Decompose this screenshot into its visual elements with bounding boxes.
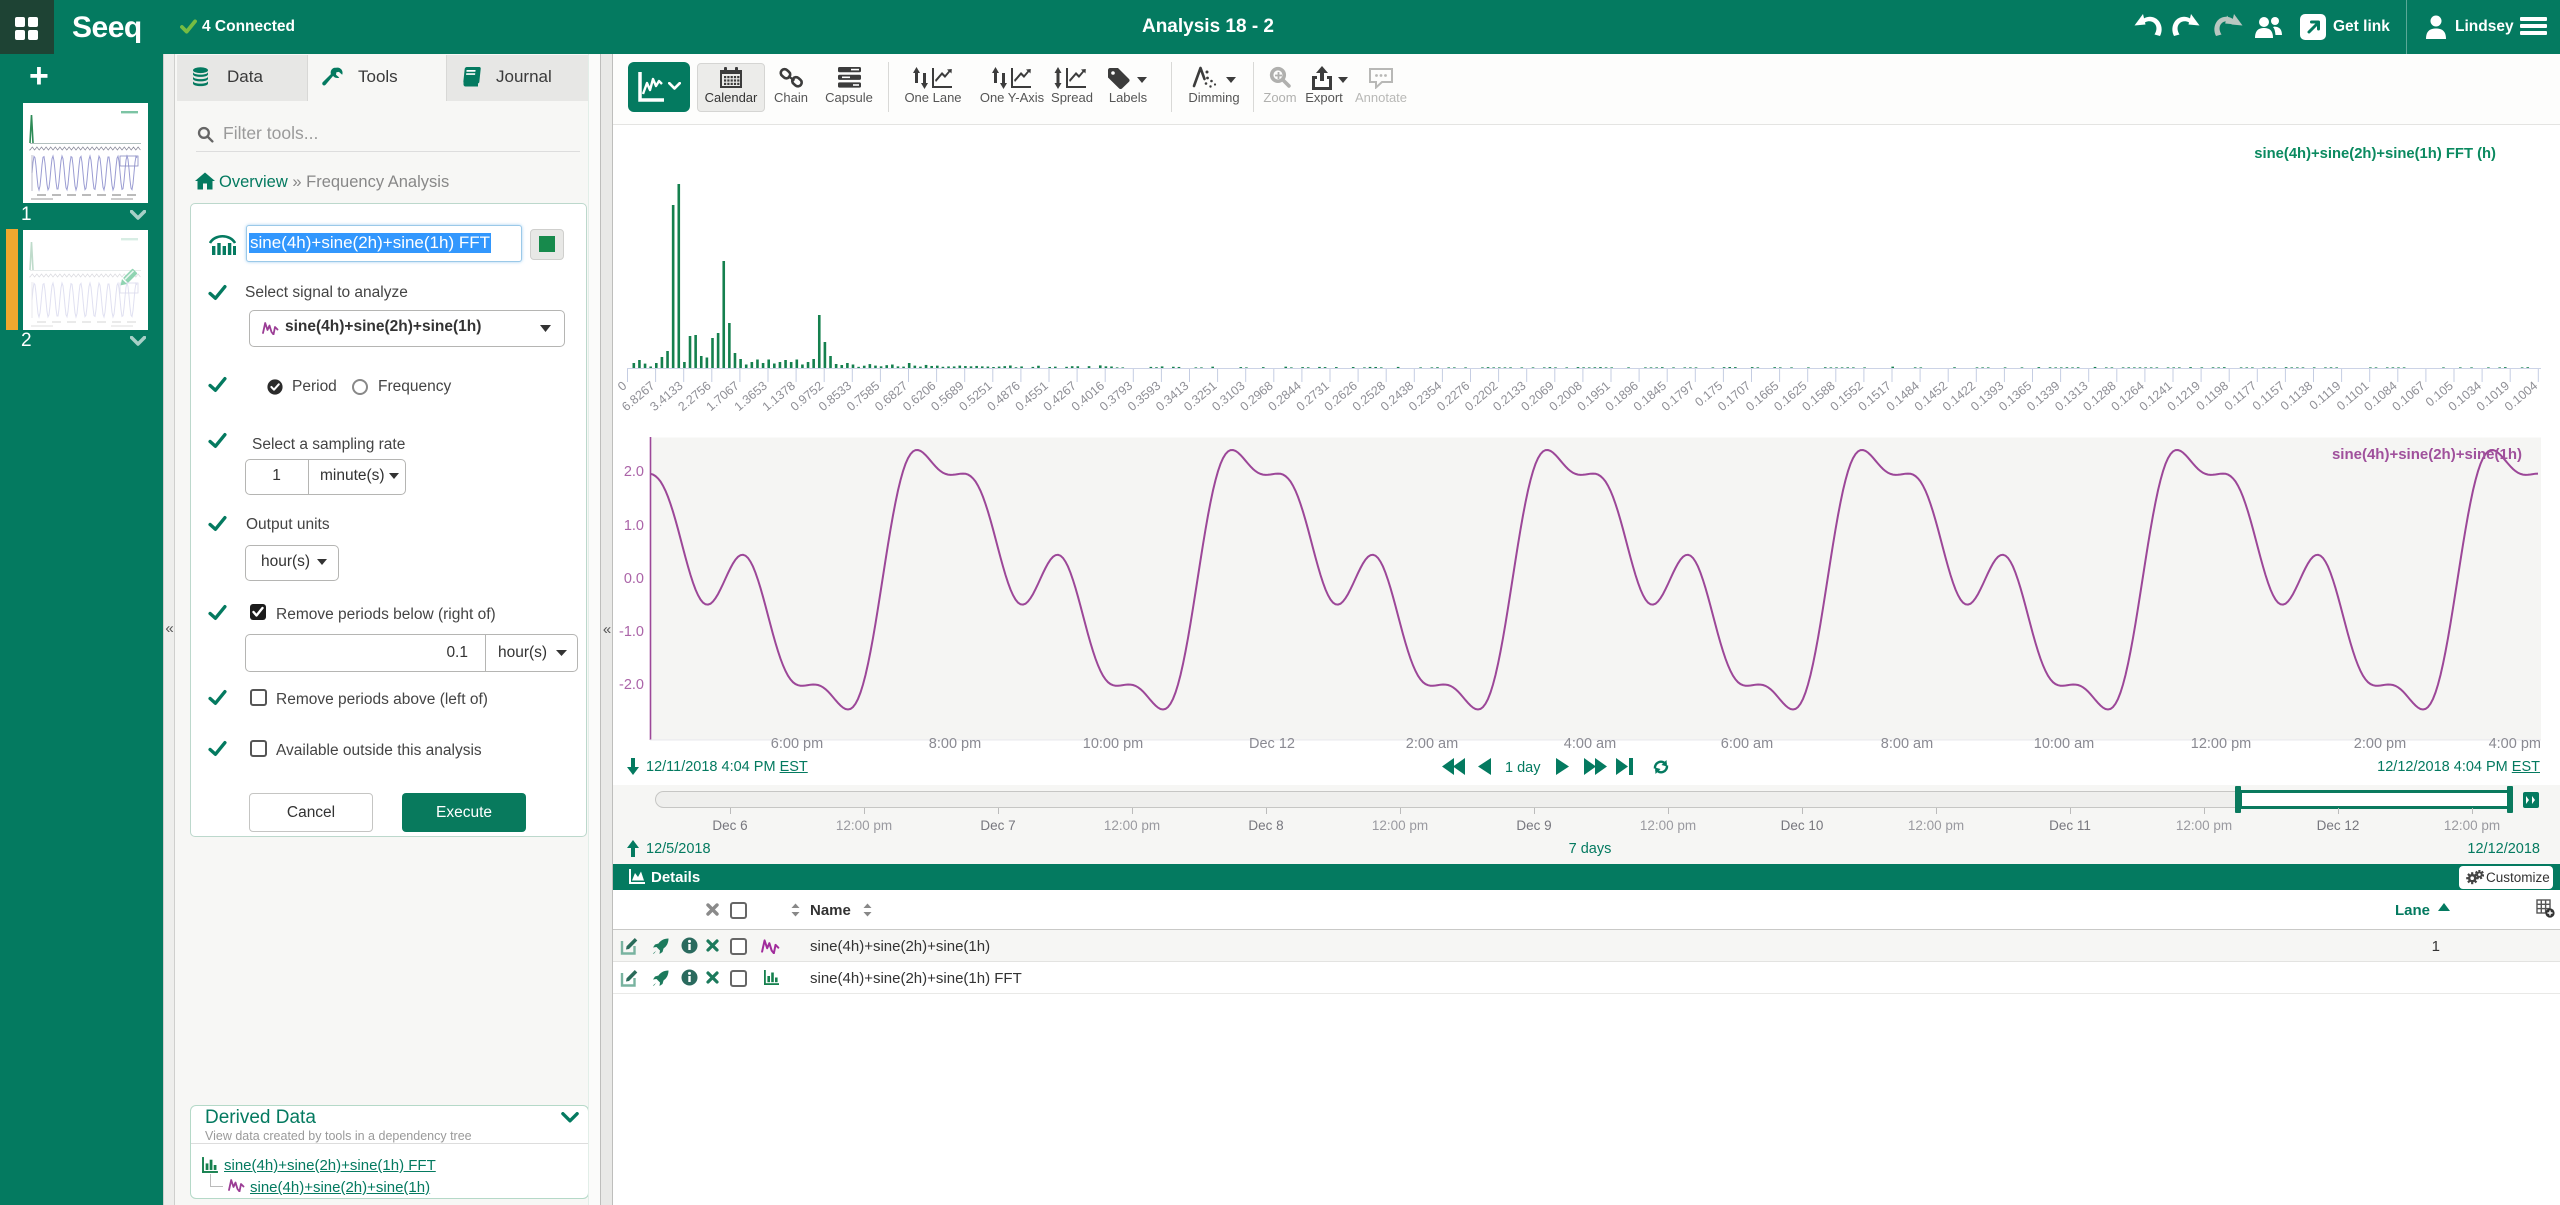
- svg-text:0.1797: 0.1797: [1659, 379, 1697, 414]
- svg-text:0.1067: 0.1067: [2390, 379, 2428, 414]
- svg-text:0.1138: 0.1138: [2278, 379, 2316, 414]
- svg-text:0.1004: 0.1004: [2502, 379, 2540, 414]
